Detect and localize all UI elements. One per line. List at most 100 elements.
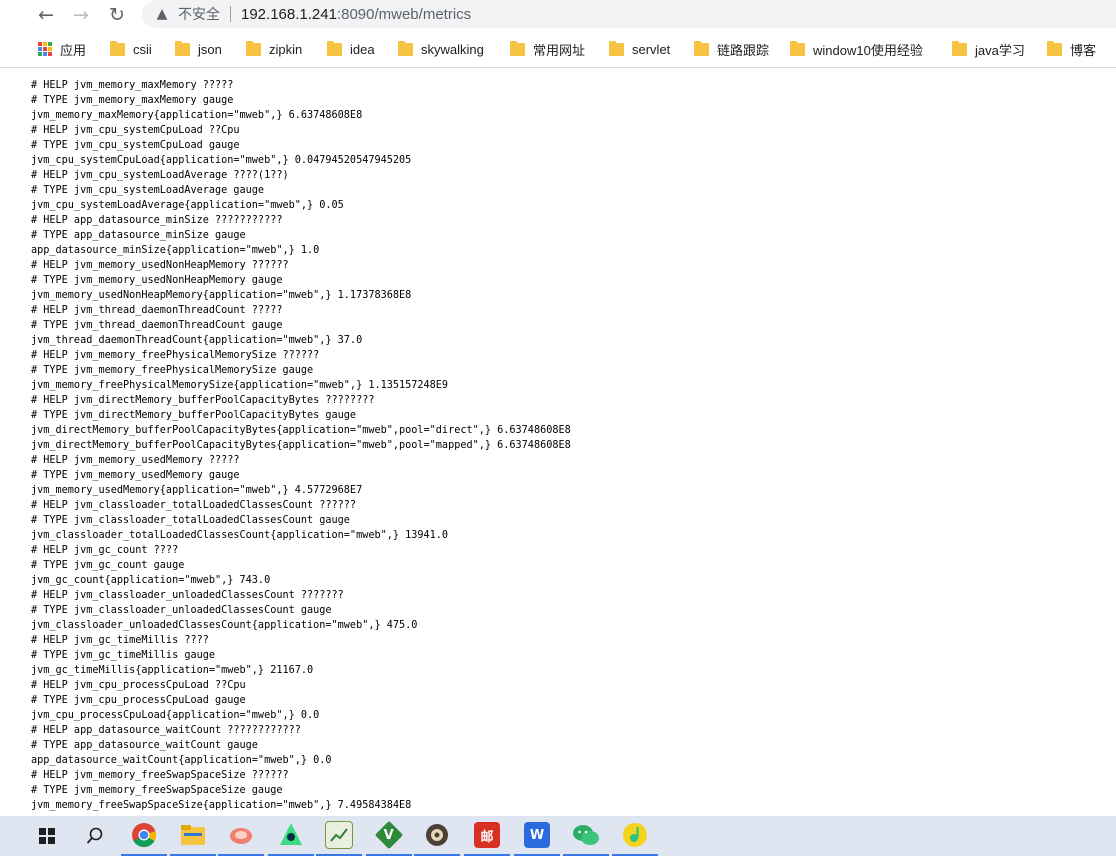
taskbar: V 邮 W bbox=[0, 816, 1116, 856]
app-swirl-icon[interactable] bbox=[218, 816, 264, 856]
metrics-line: # TYPE jvm_classloader_totalLoadedClasse… bbox=[31, 515, 350, 526]
metrics-line: jvm_classloader_unloadedClassesCount{app… bbox=[31, 620, 418, 631]
bookmark-label: 应用 bbox=[60, 42, 87, 58]
metrics-line: jvm_gc_count{application="mweb",} 743.0 bbox=[31, 575, 271, 586]
bookmark-folder[interactable]: csii bbox=[110, 39, 152, 59]
folder-icon bbox=[609, 40, 624, 56]
metrics-line: # HELP jvm_classloader_unloadedClassesCo… bbox=[31, 590, 344, 601]
bookmark-apps[interactable]: 应用 bbox=[38, 39, 86, 59]
metrics-line: # TYPE app_datasource_minSize gauge bbox=[31, 230, 246, 241]
bookmark-folder[interactable]: 链路跟踪 bbox=[694, 39, 769, 59]
windows-start-icon[interactable] bbox=[24, 816, 70, 856]
bookmark-label: 常用网址 bbox=[533, 42, 586, 58]
metrics-line: jvm_cpu_systemLoadAverage{application="m… bbox=[31, 200, 344, 211]
bookmark-label: java学习 bbox=[975, 42, 1025, 58]
bookmark-label: 博客 bbox=[1070, 42, 1097, 58]
metrics-line: # TYPE jvm_cpu_processCpuLoad gauge bbox=[31, 695, 246, 706]
android-studio-icon[interactable] bbox=[268, 816, 314, 856]
qq-music-icon[interactable] bbox=[612, 816, 658, 856]
bookmarks-bar: 应用 csii json zipkin idea skywalking 常用网址… bbox=[0, 31, 1116, 68]
metrics-line: # HELP jvm_memory_maxMemory ????? bbox=[31, 80, 234, 91]
metrics-line: # TYPE jvm_memory_maxMemory gauge bbox=[31, 95, 234, 106]
metrics-line: app_datasource_waitCount{application="mw… bbox=[31, 755, 332, 766]
metrics-line: # TYPE jvm_thread_daemonThreadCount gaug… bbox=[31, 320, 283, 331]
metrics-line: # HELP jvm_memory_usedNonHeapMemory ????… bbox=[31, 260, 289, 271]
bookmark-folder[interactable]: 常用网址 bbox=[510, 39, 585, 59]
chart-app-icon[interactable] bbox=[316, 816, 362, 856]
metrics-line: # TYPE jvm_cpu_systemCpuLoad gauge bbox=[31, 140, 240, 151]
metrics-line: jvm_directMemory_bufferPoolCapacityBytes… bbox=[31, 440, 571, 451]
metrics-line: jvm_cpu_processCpuLoad{application="mweb… bbox=[31, 710, 320, 721]
bookmark-folder[interactable]: servlet bbox=[609, 39, 670, 59]
folder-icon bbox=[175, 40, 190, 56]
wechat-icon[interactable] bbox=[563, 816, 609, 856]
folder-icon bbox=[327, 40, 342, 56]
metrics-line: # HELP jvm_gc_count ???? bbox=[31, 545, 179, 556]
bookmark-folder[interactable]: 博客 bbox=[1047, 39, 1096, 59]
metrics-line: # TYPE jvm_classloader_unloadedClassesCo… bbox=[31, 605, 332, 616]
bookmark-label: skywalking bbox=[421, 41, 484, 57]
bookmark-label: idea bbox=[350, 41, 375, 57]
metrics-line: # HELP jvm_directMemory_bufferPoolCapaci… bbox=[31, 395, 375, 406]
security-label[interactable]: 不安全 bbox=[178, 4, 220, 24]
metrics-line: jvm_classloader_totalLoadedClassesCount{… bbox=[31, 530, 449, 541]
bookmark-label: 链路跟踪 bbox=[717, 42, 770, 58]
folder-icon bbox=[398, 40, 413, 56]
wps-writer-icon[interactable]: W bbox=[514, 816, 560, 856]
folder-icon bbox=[694, 40, 709, 56]
bookmark-label: zipkin bbox=[269, 41, 303, 57]
metrics-line: jvm_memory_maxMemory{application="mweb",… bbox=[31, 110, 363, 121]
metrics-line: # HELP jvm_memory_freePhysicalMemorySize… bbox=[31, 350, 320, 361]
bookmark-folder[interactable]: window10使用经验 bbox=[790, 39, 923, 59]
bookmark-label: window10使用经验 bbox=[813, 42, 923, 58]
metrics-line: # HELP app_datasource_waitCount ????????… bbox=[31, 725, 301, 736]
chrome-icon[interactable] bbox=[121, 816, 167, 856]
metrics-line: # HELP app_datasource_minSize ??????????… bbox=[31, 215, 283, 226]
metrics-line: app_datasource_minSize{application="mweb… bbox=[31, 245, 320, 256]
metrics-line: jvm_thread_daemonThreadCount{application… bbox=[31, 335, 363, 346]
metrics-line: jvm_directMemory_bufferPoolCapacityBytes… bbox=[31, 425, 571, 436]
folder-icon bbox=[110, 40, 125, 56]
bookmark-label: csii bbox=[133, 41, 152, 57]
metrics-line: jvm_memory_freePhysicalMemorySize{applic… bbox=[31, 380, 449, 391]
address-bar[interactable]: ▲ 不安全 192.168.1.241:8090/mweb/metrics bbox=[142, 0, 1116, 28]
mail-app-label: 邮 bbox=[474, 822, 500, 848]
metrics-line: jvm_memory_usedNonHeapMemory{application… bbox=[31, 290, 412, 301]
metrics-line: # TYPE app_datasource_waitCount gauge bbox=[31, 740, 258, 751]
metrics-line: jvm_cpu_systemCpuLoad{application="mweb"… bbox=[31, 155, 412, 166]
metrics-text: # HELP jvm_memory_maxMemory ????? # TYPE … bbox=[31, 78, 571, 813]
metrics-line: # HELP jvm_cpu_systemLoadAverage ????(1?… bbox=[31, 170, 289, 181]
metrics-line: # TYPE jvm_directMemory_bufferPoolCapaci… bbox=[31, 410, 357, 421]
bookmark-folder[interactable]: json bbox=[175, 39, 222, 59]
mail-app-icon[interactable]: 邮 bbox=[464, 816, 510, 856]
apps-grid-icon bbox=[38, 42, 52, 56]
folder-icon bbox=[790, 40, 805, 56]
search-icon[interactable] bbox=[72, 816, 118, 856]
url-host[interactable]: 192.168.1.241 bbox=[241, 6, 337, 23]
forward-button[interactable]: → bbox=[68, 2, 94, 28]
bookmark-folder[interactable]: zipkin bbox=[246, 39, 302, 59]
warning-icon[interactable]: ▲ bbox=[154, 6, 170, 22]
bookmark-folder[interactable]: java学习 bbox=[952, 39, 1025, 59]
omnibox-divider bbox=[230, 6, 231, 22]
metrics-line: # TYPE jvm_memory_freeSwapSpaceSize gaug… bbox=[31, 785, 283, 796]
bookmark-folder[interactable]: idea bbox=[327, 39, 375, 59]
reload-button[interactable]: ↻ bbox=[104, 2, 130, 28]
url-path[interactable]: :8090/mweb/metrics bbox=[337, 6, 471, 23]
bookmark-label: json bbox=[198, 41, 222, 57]
folder-icon bbox=[952, 40, 967, 56]
bookmark-folder[interactable]: skywalking bbox=[398, 39, 484, 59]
file-explorer-icon[interactable] bbox=[170, 816, 216, 856]
metrics-line: # HELP jvm_memory_usedMemory ????? bbox=[31, 455, 240, 466]
metrics-line: # TYPE jvm_memory_freePhysicalMemorySize… bbox=[31, 365, 314, 376]
metrics-line: # HELP jvm_cpu_systemCpuLoad ??Cpu bbox=[31, 125, 240, 136]
page-content: # HELP jvm_memory_maxMemory ????? # TYPE … bbox=[0, 68, 1116, 816]
metrics-line: # HELP jvm_gc_timeMillis ???? bbox=[31, 635, 209, 646]
vim-icon[interactable]: V bbox=[366, 816, 412, 856]
metrics-line: # HELP jvm_classloader_totalLoadedClasse… bbox=[31, 500, 357, 511]
metrics-line: # TYPE jvm_gc_count gauge bbox=[31, 560, 185, 571]
bookmark-label: servlet bbox=[632, 41, 671, 57]
metrics-line: jvm_memory_usedMemory{application="mweb"… bbox=[31, 485, 363, 496]
postgres-icon[interactable] bbox=[414, 816, 460, 856]
back-button[interactable]: ← bbox=[33, 2, 59, 28]
